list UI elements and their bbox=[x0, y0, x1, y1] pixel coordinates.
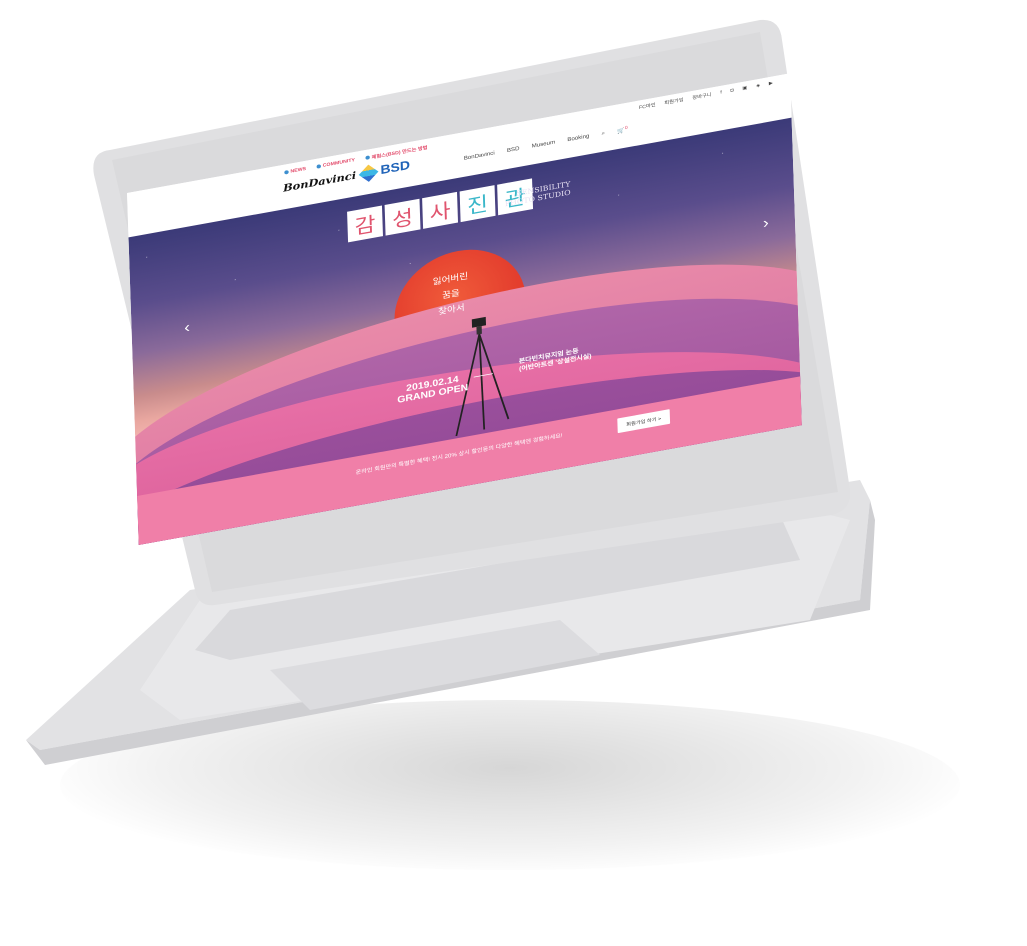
globe-icon bbox=[316, 164, 322, 169]
title-char: 진 bbox=[459, 185, 496, 223]
prev-slide-icon[interactable]: ‹ bbox=[184, 319, 190, 338]
title-char-3: 사 bbox=[429, 198, 451, 226]
cube-logo-icon bbox=[358, 164, 379, 182]
hero-poem: 잃어버린 꿈을 찾아서 bbox=[433, 268, 470, 320]
util-link-login[interactable]: FC마인 bbox=[639, 101, 656, 111]
facebook-icon[interactable]: f bbox=[720, 90, 722, 95]
nav-item-bondavinci[interactable]: BonDavinci bbox=[464, 151, 495, 162]
nav-item-booking[interactable]: Booking bbox=[567, 134, 589, 143]
cart-count: 0 bbox=[624, 125, 628, 131]
title-char-1: 감 bbox=[354, 212, 376, 240]
globe-icon bbox=[284, 169, 289, 175]
title-char: 감 bbox=[347, 205, 383, 243]
title-char-4: 진 bbox=[466, 192, 489, 219]
top-link-news[interactable]: NEWS bbox=[284, 165, 306, 176]
youtube-icon[interactable]: ▶ bbox=[769, 80, 773, 86]
nav-item-bsd[interactable]: BSD bbox=[507, 146, 520, 154]
share-icon[interactable]: ◈ bbox=[756, 83, 760, 88]
title-char-2: 성 bbox=[391, 205, 414, 233]
cart-icon[interactable]: 🛒0 bbox=[617, 126, 628, 135]
next-slide-icon[interactable]: › bbox=[763, 214, 769, 233]
instagram-icon[interactable]: ◘ bbox=[730, 88, 733, 93]
globe-icon bbox=[365, 155, 370, 160]
title-char: 성 bbox=[384, 198, 421, 236]
util-link-cart[interactable]: 장바구니 bbox=[692, 91, 711, 101]
util-link-join[interactable]: 회원가입 bbox=[664, 96, 683, 106]
blog-icon[interactable]: ▣ bbox=[742, 85, 747, 91]
title-char: 사 bbox=[422, 191, 459, 229]
top-link-community[interactable]: COMMUNITY bbox=[316, 156, 355, 170]
nav-item-museum[interactable]: Museum bbox=[532, 140, 556, 150]
logo-bsd: BSD bbox=[380, 158, 411, 178]
search-icon[interactable]: ⌕ bbox=[602, 130, 606, 137]
